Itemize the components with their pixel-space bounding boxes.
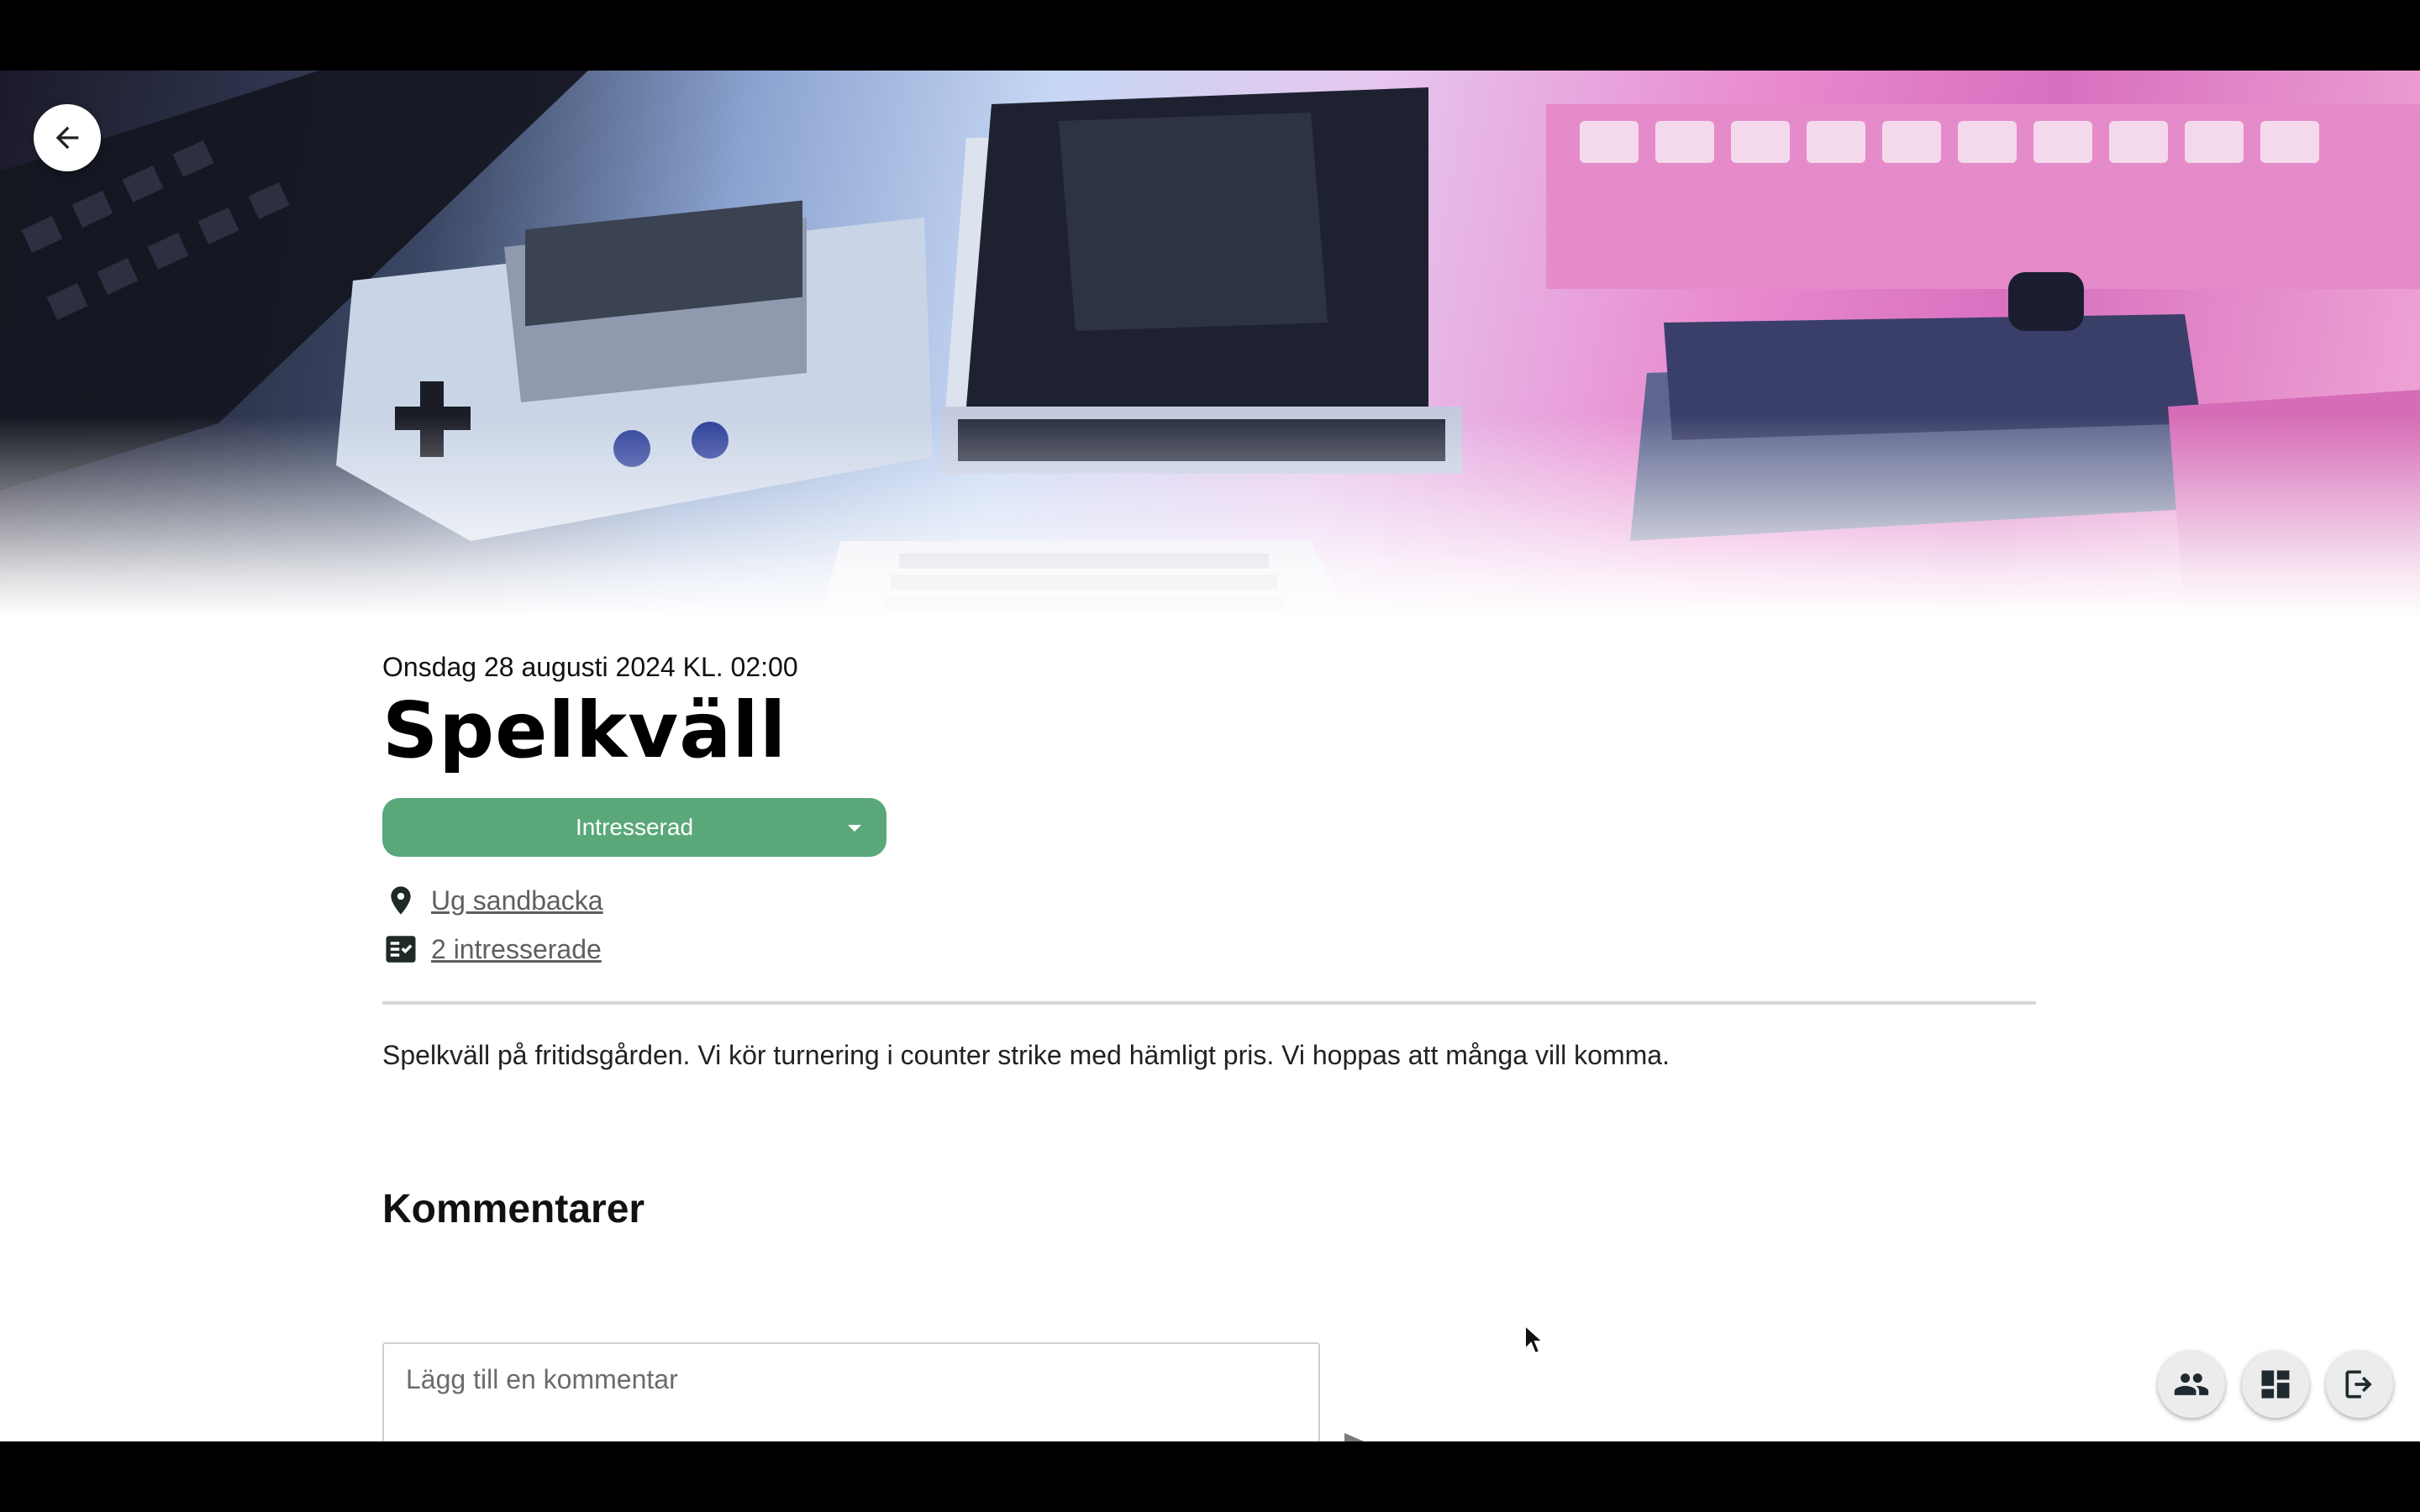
logout-icon [2345,1370,2372,1399]
comments-heading: Kommentarer [382,1187,645,1231]
hero-image [0,71,2420,617]
send-icon [1344,1433,1365,1441]
caret-down-icon [848,825,861,832]
people-button[interactable] [2158,1351,2225,1418]
dashboard-button[interactable] [2242,1351,2309,1418]
divider [382,1001,2036,1005]
checklist-icon [382,931,419,968]
people-icon [2174,1373,2209,1395]
mouse-cursor-icon [1524,1324,1545,1355]
interested-row: 2 intresserade [382,931,2036,968]
interested-link[interactable]: 2 intresserade [431,934,602,965]
location-row: Ug sandbacka [382,882,2036,919]
event-title: Spelkväll [382,685,787,775]
event-details: Onsdag 28 augusti 2024 KL. 02:00 Spelkvä… [382,650,2036,1441]
back-button[interactable] [34,104,101,171]
event-page: Onsdag 28 augusti 2024 KL. 02:00 Spelkvä… [0,71,2420,1441]
arrow-back-icon [55,126,79,150]
status-label: Intresserad [575,814,694,840]
event-description: Spelkväll på fritidsgården. Vi kör turne… [382,1040,1670,1070]
location-link[interactable]: Ug sandbacka [431,885,603,916]
location-pin-icon [382,882,419,919]
comment-input[interactable] [382,1342,1320,1441]
logout-button[interactable] [2326,1351,2393,1418]
event-date: Onsdag 28 augusti 2024 KL. 02:00 [382,652,798,682]
attendance-status-dropdown[interactable]: Intresserad [382,798,886,857]
send-comment-button[interactable] [1334,1421,1388,1441]
dashboard-icon [2261,1370,2290,1399]
